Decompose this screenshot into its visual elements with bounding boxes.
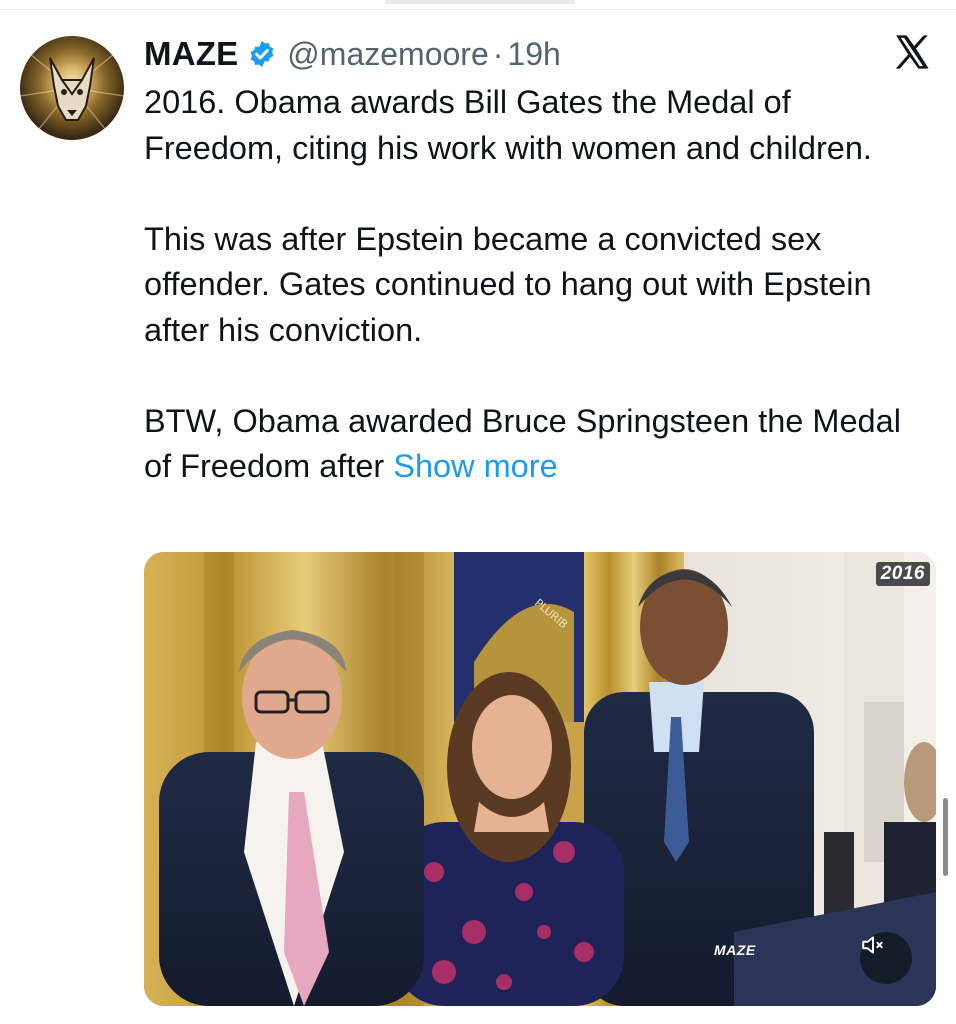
tweet-paragraph: 2016. Obama awards Bill Gates the Medal …	[144, 84, 872, 166]
tweet-paragraph: This was after Epstein became a convicte…	[144, 220, 872, 348]
sheet-grabber[interactable]	[385, 0, 575, 4]
doberman-avatar-image	[20, 45, 124, 140]
divider	[0, 9, 956, 10]
tweet-body: 2016. Obama awards Bill Gates the Medal …	[144, 80, 934, 490]
separator-dot: ·	[492, 35, 504, 72]
video-frame: PLURIB	[144, 552, 936, 1006]
video-watermark: MAZE	[714, 942, 756, 958]
scrollbar[interactable]	[943, 798, 948, 876]
avatar[interactable]	[20, 36, 124, 140]
tweet-header: MAZE @mazemoore · 19h	[144, 30, 561, 78]
speaker-muted-icon	[862, 936, 883, 954]
x-logo-icon[interactable]	[892, 32, 932, 72]
timestamp[interactable]: 19h	[507, 36, 560, 73]
mute-button[interactable]	[860, 932, 912, 984]
year-badge: 2016	[875, 562, 930, 586]
verified-badge-icon	[250, 40, 274, 68]
show-more-link[interactable]: Show more	[393, 448, 557, 484]
display-name[interactable]: MAZE	[144, 35, 238, 73]
user-handle[interactable]: @mazemoore	[287, 36, 488, 73]
video-player[interactable]: PLURIB 2016 MAZE	[144, 552, 936, 1006]
tweet-paragraph: BTW, Obama awarded Bruce Springsteen the…	[144, 399, 934, 490]
